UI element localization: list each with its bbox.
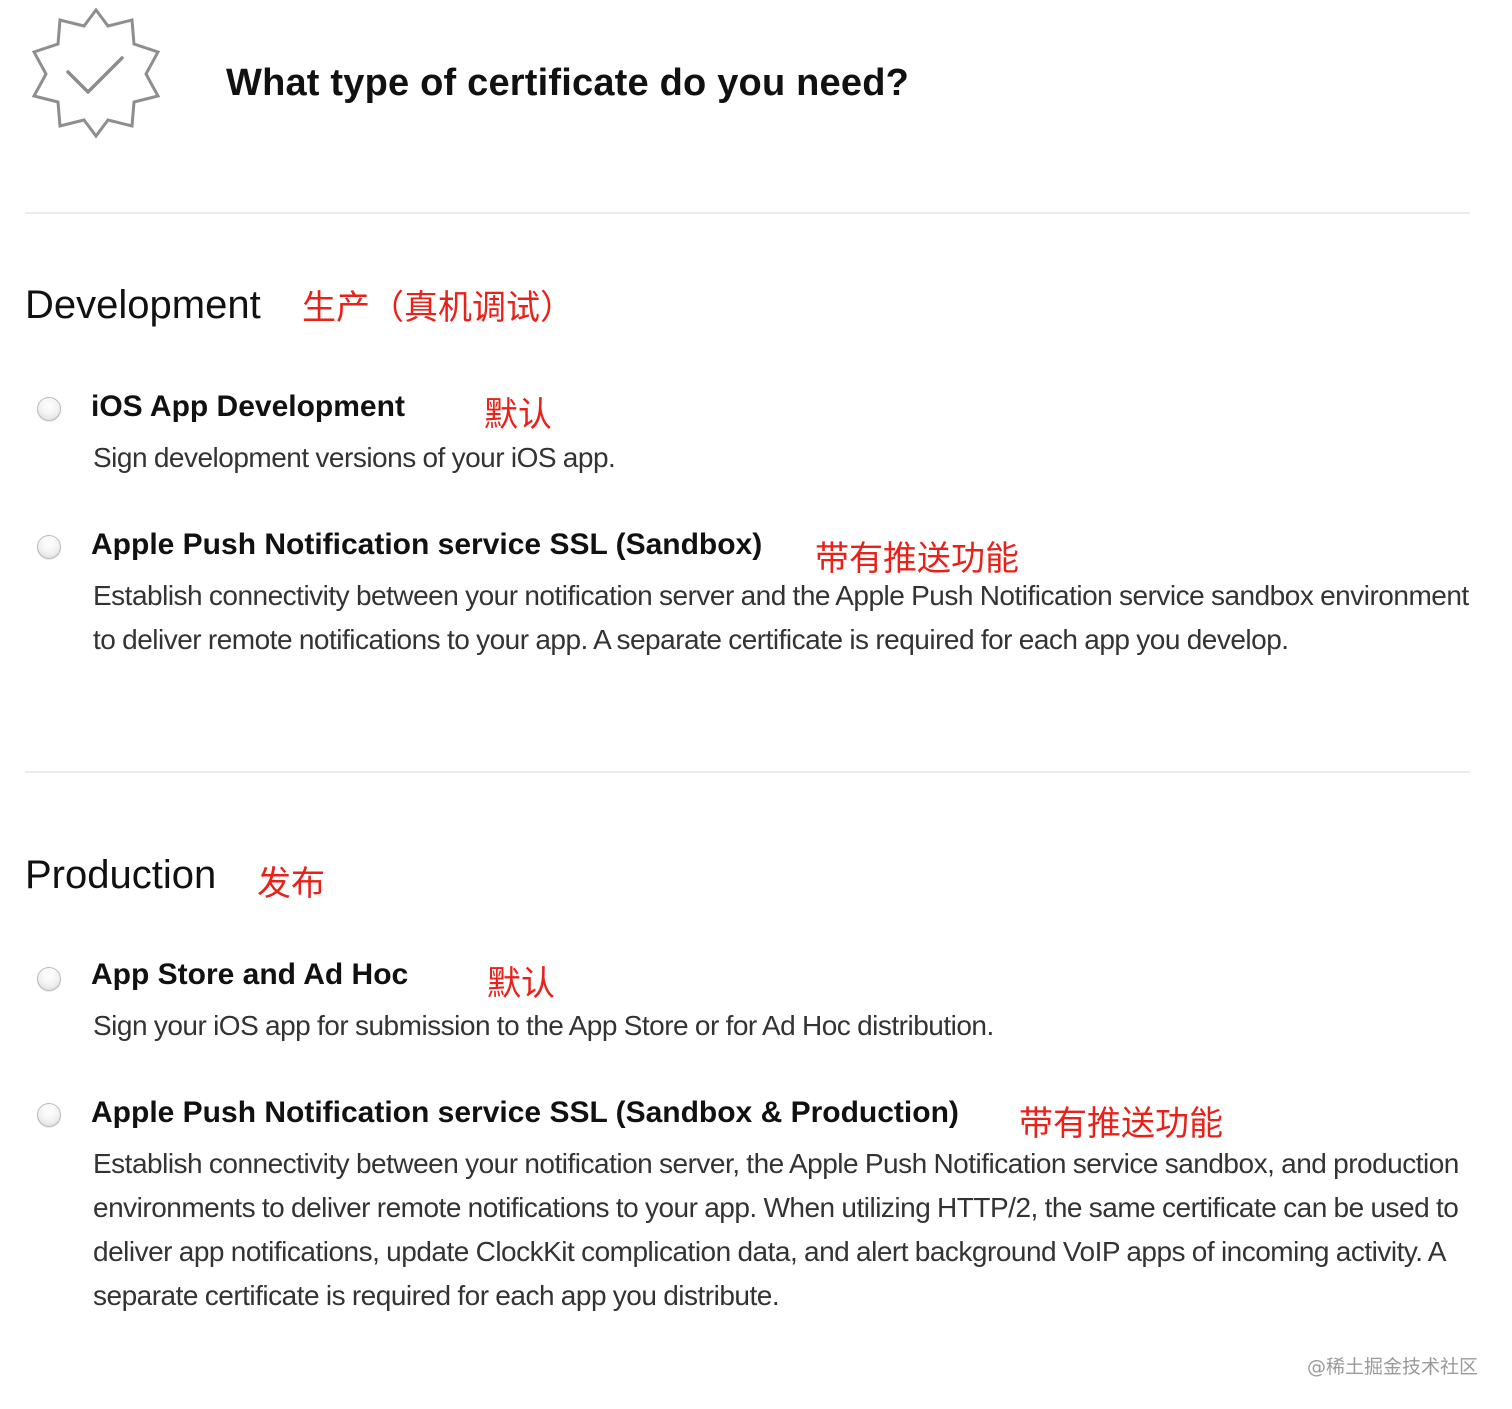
divider (25, 771, 1470, 773)
option-title-apns-sandbox-production[interactable]: Apple Push Notification service SSL (San… (91, 1096, 959, 1130)
radio-app-store-ad-hoc[interactable] (37, 967, 61, 991)
radio-apns-sandbox[interactable] (37, 535, 61, 559)
option-description-app-store-ad-hoc: Sign your iOS app for submission to the … (93, 1010, 994, 1041)
radio-apns-sandbox-production[interactable] (37, 1103, 61, 1127)
section-title-production: Production (25, 853, 217, 897)
section-annotation-development: 生产（真机调试） (302, 288, 574, 328)
option-title-apns-sandbox[interactable]: Apple Push Notification service SSL (San… (91, 528, 762, 562)
option-annotation-apns-sandbox-production: 带有推送功能 (1019, 1104, 1223, 1144)
option-description-apns-sandbox-production: Establish connectivity between your noti… (93, 1148, 1459, 1311)
section-title-development: Development (25, 283, 261, 327)
page-title: What type of certificate do you need? (226, 62, 910, 104)
option-title-ios-app-development[interactable]: iOS App Development (91, 390, 405, 424)
certificate-badge-icon (31, 7, 161, 139)
radio-ios-app-development[interactable] (37, 397, 61, 421)
divider (25, 212, 1470, 214)
watermark: @稀土掘金技术社区 (1306, 1356, 1478, 1378)
section-annotation-production: 发布 (257, 864, 325, 904)
option-description-ios-app-development: Sign development versions of your iOS ap… (93, 442, 616, 473)
option-description-apns-sandbox: Establish connectivity between your noti… (93, 580, 1469, 655)
option-annotation-ios-app-development: 默认 (484, 395, 552, 435)
option-title-app-store-ad-hoc[interactable]: App Store and Ad Hoc (91, 958, 408, 992)
option-annotation-app-store-ad-hoc: 默认 (487, 964, 555, 1004)
option-annotation-apns-sandbox: 带有推送功能 (815, 539, 1019, 579)
